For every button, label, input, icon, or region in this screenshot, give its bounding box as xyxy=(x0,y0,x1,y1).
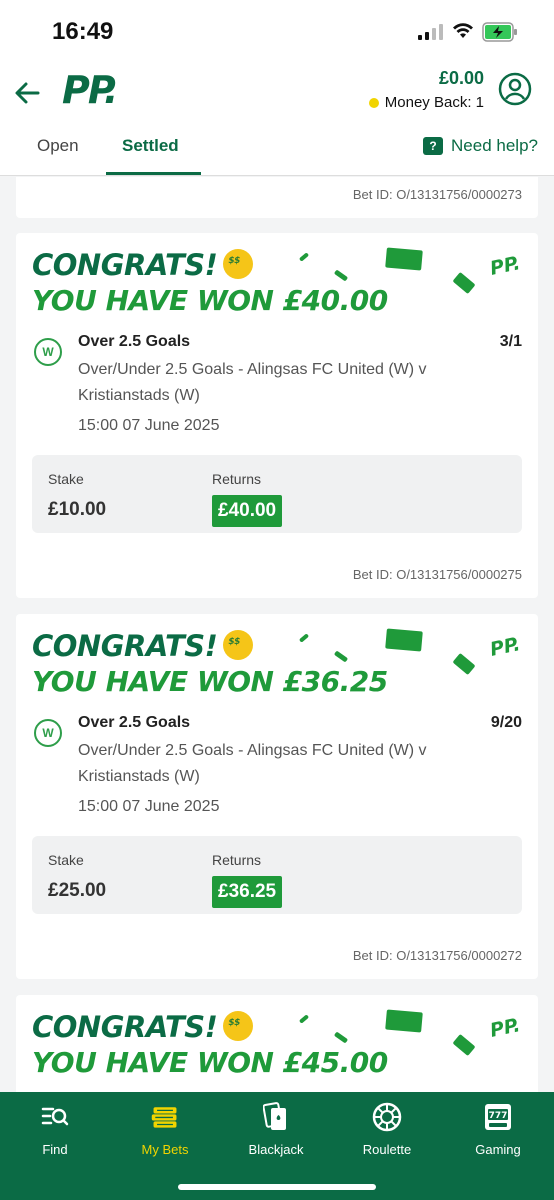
congrats-heading: CONGRATS! xyxy=(32,629,254,663)
cash-confetti-icon xyxy=(298,1014,310,1024)
money-back-indicator[interactable]: Money Back: 1 xyxy=(368,94,484,111)
cash-confetti-icon xyxy=(452,652,476,676)
bet-id: Bet ID: O/13131756/0000275 xyxy=(352,567,522,582)
money-face-emoji-icon xyxy=(223,630,254,660)
money-back-label: Money Back: 1 xyxy=(384,94,484,111)
bet-card[interactable]: CONGRATS! YOU HAVE WON £36.25 PP. W Over… xyxy=(16,614,538,979)
cash-confetti-icon xyxy=(385,1009,423,1033)
stake-returns-box: Stake £25.00 Returns £36.25 xyxy=(32,836,522,914)
nav-item-roulette[interactable]: Roulette xyxy=(332,1102,442,1157)
nav-item-my-bets[interactable]: My Bets xyxy=(110,1102,220,1157)
nav-label: Gaming xyxy=(475,1142,521,1157)
pp-mini-logo: PP. xyxy=(487,633,522,661)
stake-value: £10.00 xyxy=(48,499,107,520)
event-datetime: 15:00 07 June 2025 xyxy=(78,417,220,434)
congrats-text: CONGRATS! xyxy=(32,1010,218,1044)
selection-name: Over 2.5 Goals xyxy=(78,333,191,350)
won-amount-heading: YOU HAVE WON £40.00 xyxy=(32,284,388,317)
returns-value: £36.25 xyxy=(212,876,283,908)
event-datetime: 15:00 07 June 2025 xyxy=(78,798,220,815)
stake-value: £25.00 xyxy=(48,880,107,901)
win-result-icon: W xyxy=(34,719,62,747)
search-list-icon xyxy=(40,1102,70,1132)
congrats-heading: CONGRATS! xyxy=(32,248,254,282)
bets-icon xyxy=(150,1102,180,1132)
cash-confetti-icon xyxy=(333,269,349,282)
wifi-icon xyxy=(453,23,473,38)
bet-id: Bet ID: O/13131756/0000272 xyxy=(352,948,522,963)
cellular-signal-icon xyxy=(418,24,443,40)
my-bets-screen: 16:49 PP. £0.00 Money Back: 1 Open Settl… xyxy=(0,0,554,1200)
cash-confetti-icon xyxy=(298,252,310,262)
roulette-icon xyxy=(372,1102,402,1132)
congrats-text: CONGRATS! xyxy=(32,629,218,663)
pp-mini-logo: PP. xyxy=(487,1014,522,1042)
bet-card-partial: Bet ID: O/13131756/0000273 xyxy=(16,177,538,218)
nav-label: Blackjack xyxy=(248,1142,304,1157)
nav-label: Roulette xyxy=(362,1142,412,1157)
bet-card[interactable]: CONGRATS! YOU HAVE WON £40.00 PP. W Over… xyxy=(16,233,538,598)
won-amount-heading: YOU HAVE WON £45.00 xyxy=(32,1046,388,1079)
bet-tabs: Open Settled ? Need help? xyxy=(0,126,554,176)
won-amount-heading: YOU HAVE WON £36.25 xyxy=(32,665,388,698)
selection-odds: 3/1 xyxy=(499,333,522,350)
returns-value: £40.00 xyxy=(212,495,283,527)
cards-icon xyxy=(261,1102,291,1132)
cash-confetti-icon xyxy=(385,628,423,652)
nav-item-gaming[interactable]: 777 Gaming xyxy=(443,1102,553,1157)
help-chat-icon: ? xyxy=(423,137,444,155)
stake-label: Stake xyxy=(48,852,84,868)
svg-text:777: 777 xyxy=(489,1111,508,1121)
market-name: Over/Under 2.5 Goals - Alingsas FC Unite… xyxy=(78,742,427,785)
market-name: Over/Under 2.5 Goals - Alingsas FC Unite… xyxy=(78,361,427,404)
returns-label: Returns xyxy=(212,471,262,487)
cash-confetti-icon xyxy=(452,271,476,295)
stake-label: Stake xyxy=(48,471,84,487)
need-help-label: Need help? xyxy=(451,136,538,155)
nav-label: My Bets xyxy=(141,1142,189,1157)
home-indicator[interactable] xyxy=(178,1184,376,1190)
slot-machine-icon: 777 xyxy=(483,1102,513,1132)
cash-confetti-icon xyxy=(333,650,349,663)
account-balance[interactable]: £0.00 xyxy=(439,68,484,89)
account-icon[interactable] xyxy=(498,72,532,106)
battery-charging-icon xyxy=(482,22,517,42)
money-face-emoji-icon xyxy=(223,1011,254,1041)
win-result-icon: W xyxy=(34,338,62,366)
paddy-power-logo[interactable]: PP. xyxy=(62,68,118,112)
nav-item-find[interactable]: Find xyxy=(0,1102,110,1157)
congrats-heading: CONGRATS! xyxy=(32,1010,254,1044)
selection-name: Over 2.5 Goals xyxy=(78,714,191,731)
need-help-link[interactable]: ? Need help? xyxy=(423,136,538,156)
back-arrow-icon[interactable] xyxy=(12,78,42,108)
tab-settled[interactable]: Settled xyxy=(122,136,179,156)
status-bar: 16:49 xyxy=(0,0,554,60)
tab-open[interactable]: Open xyxy=(37,136,79,156)
money-face-emoji-icon xyxy=(223,249,254,279)
pp-mini-logo: PP. xyxy=(487,252,522,280)
active-tab-indicator xyxy=(106,172,201,175)
returns-label: Returns xyxy=(212,852,262,868)
stake-returns-box: Stake £10.00 Returns £40.00 xyxy=(32,455,522,533)
cash-confetti-icon xyxy=(333,1031,349,1044)
nav-item-blackjack[interactable]: Blackjack xyxy=(221,1102,331,1157)
selection-odds: 9/20 xyxy=(490,714,522,731)
bet-id: Bet ID: O/13131756/0000273 xyxy=(352,187,522,202)
money-back-dot-icon xyxy=(368,97,379,108)
cash-confetti-icon xyxy=(298,633,310,643)
cash-confetti-icon xyxy=(452,1033,476,1057)
congrats-text: CONGRATS! xyxy=(32,248,218,282)
app-header: PP. £0.00 Money Back: 1 xyxy=(0,60,554,126)
clock: 16:49 xyxy=(52,18,114,45)
cash-confetti-icon xyxy=(385,247,423,271)
nav-label: Find xyxy=(42,1142,68,1157)
